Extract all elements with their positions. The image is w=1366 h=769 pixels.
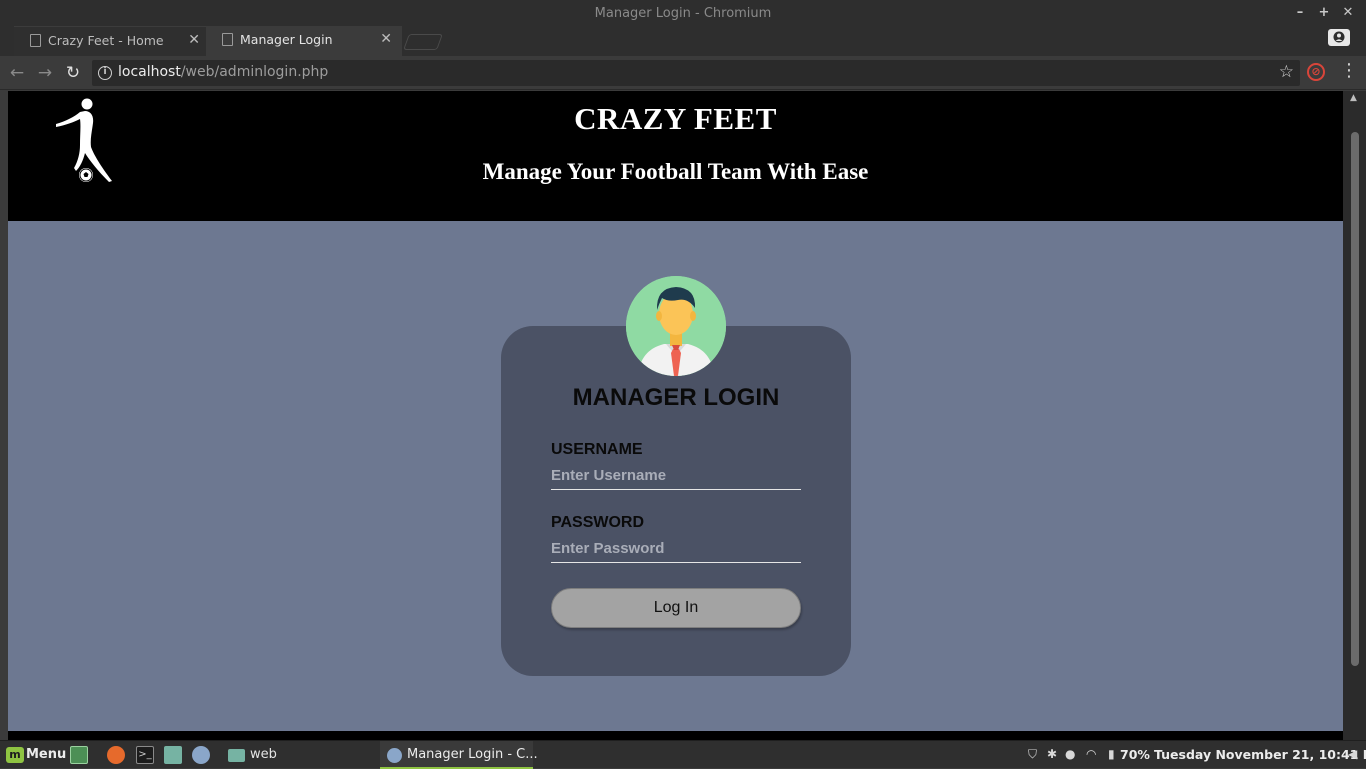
tab-manager-login[interactable]: Manager Login ✕ — [206, 26, 402, 56]
password-label: PASSWORD — [551, 514, 645, 531]
bluetooth-icon[interactable]: ✱ — [1047, 747, 1057, 761]
site-tagline: Manage Your Football Team With Ease — [482, 159, 869, 184]
username-label: USERNAME — [551, 441, 643, 458]
back-button[interactable]: ← — [6, 62, 28, 84]
shield-icon[interactable]: ⛉ — [1028, 747, 1037, 762]
window-title: Manager Login - Chromium — [594, 6, 772, 21]
close-window-button[interactable]: ✕ — [1340, 5, 1356, 20]
tab-crazy-feet-home[interactable]: Crazy Feet - Home ✕ — [14, 26, 210, 56]
extension-icon[interactable]: ⊘ — [1307, 63, 1325, 81]
chromium-icon[interactable] — [192, 746, 210, 764]
url-text[interactable]: localhost/web/adminlogin.php — [118, 64, 328, 80]
start-menu-button[interactable]: Menu — [26, 747, 66, 762]
url-path: /web/adminlogin.php — [180, 64, 329, 80]
minimize-button[interactable]: – — [1292, 5, 1308, 20]
manager-avatar-icon — [626, 276, 726, 376]
mint-menu-icon[interactable]: m — [6, 747, 24, 763]
scroll-up-arrow-icon[interactable]: ▲ — [1350, 93, 1357, 103]
info-icon[interactable]: i — [98, 66, 112, 80]
clock[interactable]: Tuesday November 21, 10:41 PM — [1154, 747, 1366, 762]
scrollbar-thumb[interactable] — [1351, 132, 1359, 666]
maximize-button[interactable]: + — [1316, 5, 1332, 20]
browser-toolbar: ← → ↻ i localhost/web/adminlogin.php ☆ — [0, 56, 1366, 90]
show-desktop-icon[interactable] — [70, 746, 88, 764]
star-icon[interactable]: ☆ — [1279, 62, 1294, 82]
site-header: CRAZY FEET Manage Your Football Team Wit… — [8, 91, 1343, 221]
password-input[interactable] — [551, 535, 801, 563]
url-host: localhost — [118, 64, 181, 80]
taskbar-window-label: Manager Login - C... — [407, 747, 538, 762]
terminal-icon[interactable]: >_ — [136, 746, 154, 764]
battery-icon[interactable]: ▮ — [1108, 747, 1115, 761]
login-card: MANAGER LOGIN USERNAME PASSWORD Log In — [501, 326, 851, 676]
page-footer-strip — [8, 731, 1343, 740]
site-title: CRAZY FEET — [574, 101, 777, 136]
close-tab-icon[interactable]: ✕ — [380, 26, 392, 53]
close-tab-icon[interactable]: ✕ — [188, 27, 200, 54]
user-icon[interactable]: ● — [1065, 747, 1075, 761]
folder-icon — [228, 749, 245, 762]
address-bar[interactable]: i localhost/web/adminlogin.php ☆ — [92, 60, 1300, 86]
page-icon — [222, 33, 233, 46]
wifi-icon[interactable]: ◠ — [1086, 747, 1096, 761]
firefox-icon[interactable] — [107, 746, 125, 764]
page-scrollbar[interactable]: ▲ — [1343, 91, 1366, 740]
os-taskbar: m Menu >_ web Manager Login - C... ⛉ ✱ ●… — [0, 740, 1366, 769]
page-icon — [30, 34, 41, 47]
menu-dots-icon[interactable]: ⋮ — [1340, 61, 1358, 81]
taskbar-window-manager-login[interactable]: Manager Login - C... — [380, 741, 538, 769]
volume-icon[interactable]: ◀ — [1348, 747, 1357, 761]
username-input[interactable] — [551, 462, 801, 490]
tab-label: Crazy Feet - Home — [48, 33, 164, 48]
login-button[interactable]: Log In — [551, 588, 801, 628]
page-viewport: CRAZY FEET Manage Your Football Team Wit… — [8, 91, 1343, 740]
files-icon[interactable] — [164, 746, 182, 764]
new-tab-button[interactable] — [403, 34, 443, 50]
reload-button[interactable]: ↻ — [62, 62, 84, 84]
tab-label: Manager Login — [240, 32, 333, 47]
profile-icon[interactable] — [1328, 29, 1350, 46]
login-heading: MANAGER LOGIN — [572, 384, 780, 411]
window-titlebar: Manager Login - Chromium – + ✕ — [0, 0, 1366, 26]
chromium-icon — [387, 748, 402, 763]
battery-percent: 70% — [1120, 747, 1150, 762]
tab-strip: Crazy Feet - Home ✕ Manager Login ✕ — [0, 26, 1366, 56]
taskbar-window-label: web — [250, 747, 277, 762]
forward-button[interactable]: → — [34, 62, 56, 84]
